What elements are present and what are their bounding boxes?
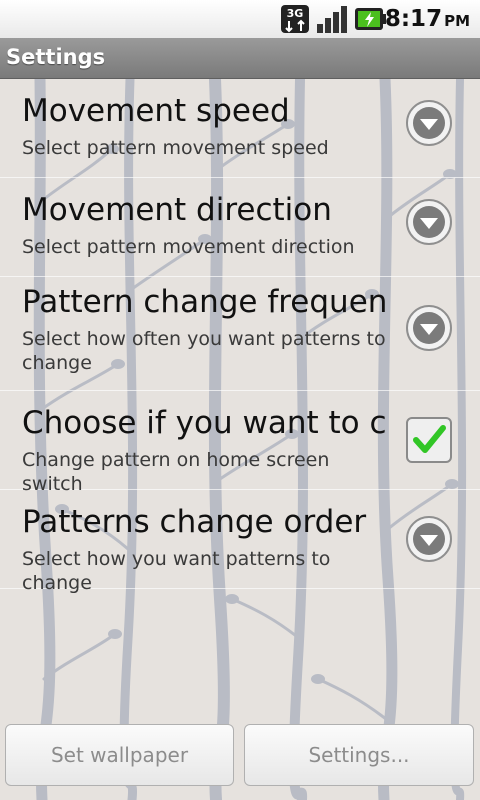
dropdown-arrow-icon[interactable] bbox=[405, 99, 453, 147]
pref-title: Movement direction bbox=[22, 192, 332, 228]
pref-summary: Select pattern movement direction bbox=[22, 236, 355, 258]
dropdown-arrow-icon[interactable] bbox=[405, 304, 453, 352]
pref-title: Movement speed bbox=[22, 93, 290, 129]
screen: 3G 8:17 PM Settings Movement speed Selec… bbox=[0, 0, 480, 800]
set-wallpaper-button[interactable]: Set wallpaper bbox=[5, 724, 234, 786]
pref-title: Patterns change order bbox=[22, 504, 367, 540]
pref-summary: Select pattern movement speed bbox=[22, 137, 329, 159]
clock-ampm: PM bbox=[444, 12, 470, 30]
page-title: Settings bbox=[6, 45, 106, 69]
checkbox-checked-icon[interactable] bbox=[405, 416, 453, 464]
svg-text:3G: 3G bbox=[287, 7, 304, 20]
battery-charging-icon bbox=[355, 8, 386, 30]
dropdown-arrow-icon[interactable] bbox=[405, 515, 453, 563]
pref-title: Pattern change frequency bbox=[22, 284, 388, 320]
pref-title: Choose if you want to ch bbox=[22, 405, 388, 441]
pref-pattern-change-frequency[interactable]: Pattern change frequency Select how ofte… bbox=[0, 277, 480, 391]
clock-time: 8:17 bbox=[384, 6, 443, 32]
pref-summary: Select how you want patterns to change bbox=[22, 548, 331, 594]
settings-button[interactable]: Settings... bbox=[244, 724, 474, 786]
pref-movement-direction[interactable]: Movement direction Select pattern moveme… bbox=[0, 178, 480, 277]
preference-list: Movement speed Select pattern movement s… bbox=[0, 79, 480, 594]
signal-icon bbox=[317, 6, 347, 33]
3g-icon: 3G bbox=[281, 5, 309, 33]
pref-change-on-home-screen-switch[interactable]: Choose if you want to ch Change pattern … bbox=[0, 391, 480, 495]
pref-summary: Change pattern on home screen switch bbox=[22, 449, 330, 495]
status-bar: 3G 8:17 PM bbox=[0, 0, 480, 39]
pref-summary: Select how often you want patterns to ch… bbox=[22, 328, 386, 374]
dropdown-arrow-icon[interactable] bbox=[405, 198, 453, 246]
pref-patterns-change-order[interactable]: Patterns change order Select how you wan… bbox=[0, 490, 480, 594]
title-bar: Settings bbox=[0, 38, 480, 79]
pref-movement-speed[interactable]: Movement speed Select pattern movement s… bbox=[0, 79, 480, 178]
clock: 8:17 PM bbox=[385, 6, 470, 32]
